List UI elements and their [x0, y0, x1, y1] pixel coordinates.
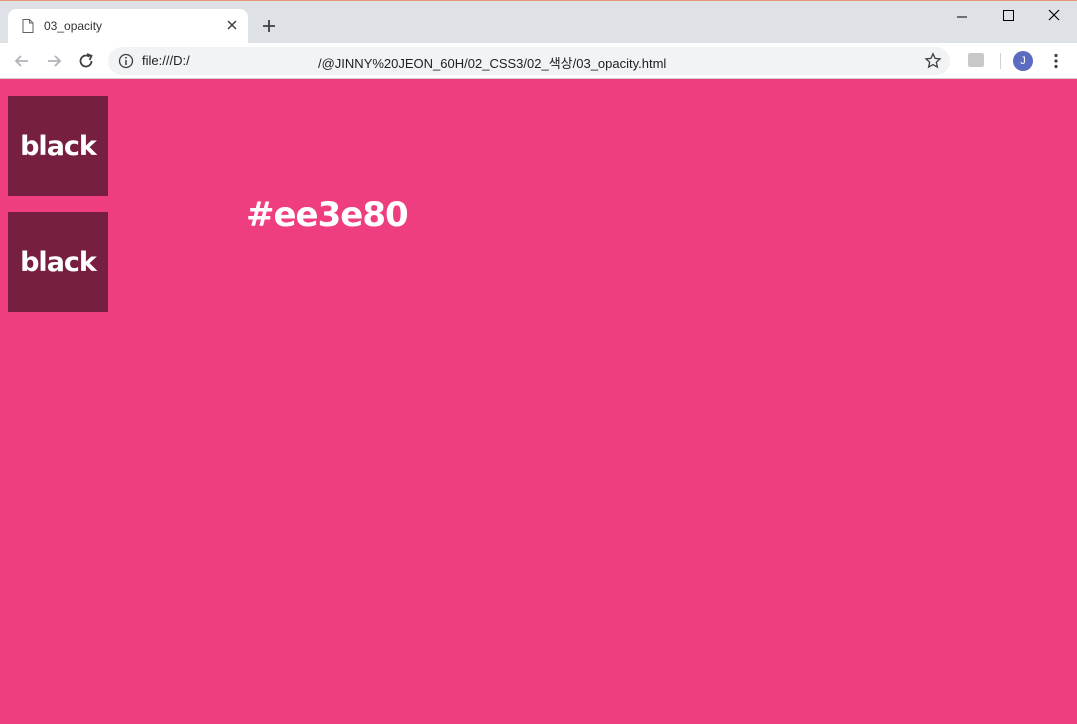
tab-title: 03_opacity — [44, 19, 103, 33]
close-tab-icon[interactable] — [224, 17, 240, 33]
box-label: black — [20, 130, 97, 162]
back-arrow-icon[interactable] — [12, 51, 32, 71]
browser-titlebar: 03_opacity — [0, 0, 1077, 44]
url-text-start: file:///D:/ — [142, 53, 190, 68]
toolbar-divider — [1000, 53, 1001, 69]
minimize-icon[interactable] — [952, 7, 972, 25]
address-bar[interactable]: file:///D:/ /@JINNY%20JEON_60H/02_CSS3/0… — [108, 47, 950, 75]
bookmark-star-icon[interactable] — [924, 52, 942, 70]
black-opacity-box: black — [8, 96, 108, 196]
profile-avatar[interactable]: J — [1013, 51, 1033, 71]
page-content: black black #ee3e80 — [0, 80, 1077, 724]
maximize-icon[interactable] — [998, 7, 1018, 25]
new-tab-icon[interactable] — [260, 17, 278, 35]
forward-arrow-icon[interactable] — [44, 51, 64, 71]
url-text-path: /@JINNY%20JEON_60H/02_CSS3/02_색상/03_opac… — [318, 56, 667, 71]
browser-toolbar: file:///D:/ /@JINNY%20JEON_60H/02_CSS3/0… — [0, 43, 1077, 79]
reload-icon[interactable] — [76, 51, 96, 71]
more-menu-icon[interactable] — [1046, 51, 1066, 71]
info-icon[interactable] — [118, 53, 134, 69]
extension-icon[interactable] — [968, 53, 984, 67]
browser-tab[interactable]: 03_opacity — [8, 9, 248, 44]
close-window-icon[interactable] — [1044, 7, 1064, 25]
document-icon — [22, 19, 34, 33]
box-label: black — [20, 246, 97, 278]
hex-color-label: #ee3e80 — [246, 195, 409, 235]
black-opacity-box: black — [8, 212, 108, 312]
